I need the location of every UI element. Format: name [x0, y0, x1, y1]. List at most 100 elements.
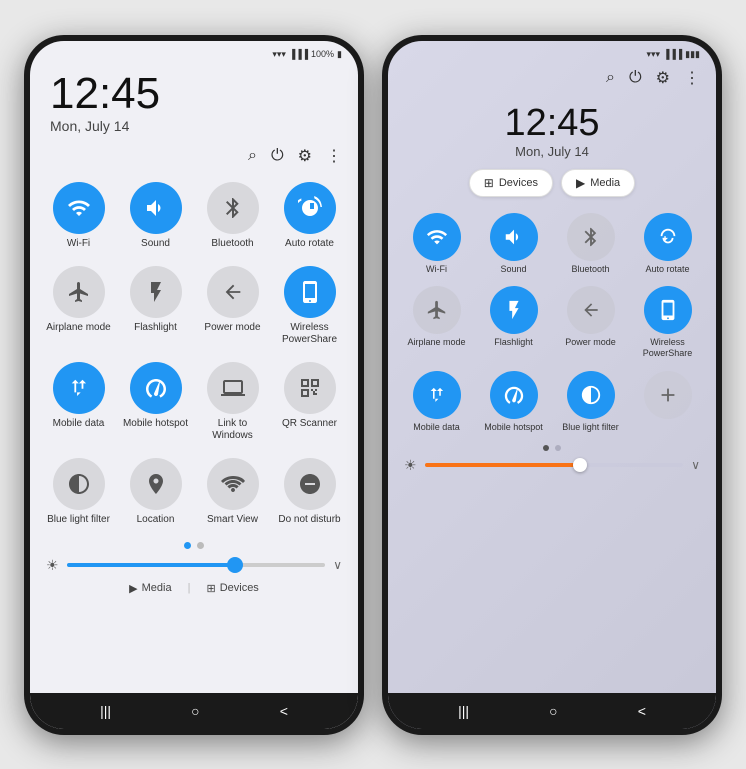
tile-wifi-right[interactable]: Wi-Fi: [398, 207, 475, 281]
nav-recent-right[interactable]: |||: [458, 703, 469, 719]
powermode-btn-left[interactable]: [207, 266, 259, 318]
brightness-thumb-left[interactable]: [227, 557, 243, 573]
tile-location-left[interactable]: Location: [117, 450, 194, 534]
nav-back-right[interactable]: <: [638, 703, 646, 719]
media-label-left: Media: [142, 582, 172, 594]
nav-home-left[interactable]: ○: [191, 703, 199, 719]
nav-home-right[interactable]: ○: [549, 703, 557, 719]
left-phone: ▾▾▾ ▐▐▐ 100% ▮ 12:45 Mon, July 14 ⌕ ⏻ ⚙ …: [24, 35, 364, 735]
hotspot-label-right: Mobile hotspot: [484, 422, 543, 433]
tile-hotspot-right[interactable]: Mobile hotspot: [475, 365, 552, 439]
devices-media-tabs: ⊞ Devices ▶ Media: [388, 163, 716, 203]
tile-wifi-left[interactable]: Wi-Fi: [40, 174, 117, 258]
flashlight-btn-left[interactable]: [130, 266, 182, 318]
tile-autorotate-left[interactable]: Auto rotate: [271, 174, 348, 258]
link-label-left: Link to Windows: [198, 418, 267, 442]
tile-bluelight-left[interactable]: Blue light filter: [40, 450, 117, 534]
tile-dnd-left[interactable]: Do not disturb: [271, 450, 348, 534]
bluetooth-btn-right[interactable]: [567, 213, 615, 261]
right-time-section: 12:45 Mon, July 14: [388, 92, 716, 163]
brightness-thumb-right[interactable]: [573, 458, 587, 472]
smartview-label-left: Smart View: [207, 514, 258, 526]
tile-link-left[interactable]: Link to Windows: [194, 354, 271, 450]
sound-btn-left[interactable]: [130, 182, 182, 234]
tile-bluelight-right[interactable]: Blue light filter: [552, 365, 629, 439]
media-tab-btn[interactable]: ▶ Media: [561, 169, 635, 197]
left-date: Mon, July 14: [50, 118, 338, 134]
brightness-chevron-right[interactable]: ∨: [691, 458, 700, 472]
airplane-btn-left[interactable]: [53, 266, 105, 318]
autorotate-label-right: Auto rotate: [645, 264, 689, 275]
devices-tab-btn[interactable]: ⊞ Devices: [469, 169, 553, 197]
settings-icon-left[interactable]: ⚙: [298, 146, 312, 166]
tile-qr-left[interactable]: QR Scanner: [271, 354, 348, 450]
brightness-slider-right[interactable]: [425, 463, 684, 467]
tile-bluetooth-right[interactable]: Bluetooth: [552, 207, 629, 281]
power-icon-left[interactable]: ⏻: [271, 147, 284, 165]
dnd-btn-left[interactable]: [284, 458, 336, 510]
brightness-chevron-left[interactable]: ∨: [333, 558, 342, 572]
tile-sound-right[interactable]: Sound: [475, 207, 552, 281]
tile-autorotate-right[interactable]: Auto rotate: [629, 207, 706, 281]
tile-bluetooth-left[interactable]: Bluetooth: [194, 174, 271, 258]
mobiledata-btn-left[interactable]: [53, 362, 105, 414]
tile-powermode-left[interactable]: Power mode: [194, 258, 271, 354]
bluetooth-btn-left[interactable]: [207, 182, 259, 234]
wireless-btn-right[interactable]: [644, 286, 692, 334]
power-icon-right[interactable]: ⏻: [629, 69, 642, 87]
link-btn-left[interactable]: [207, 362, 259, 414]
media-item-left[interactable]: ▶ Media: [129, 582, 171, 595]
bluelight-btn-right[interactable]: [567, 371, 615, 419]
hotspot-btn-left[interactable]: [130, 362, 182, 414]
dot-2-right: [555, 445, 561, 451]
more-icon-left[interactable]: ⋮: [326, 146, 342, 166]
airplane-btn-right[interactable]: [413, 286, 461, 334]
brightness-slider-left[interactable]: [67, 563, 326, 567]
settings-icon-right[interactable]: ⚙: [656, 68, 670, 88]
tile-airplane-left[interactable]: Airplane mode: [40, 258, 117, 354]
dot-2-left: [197, 542, 204, 549]
plus-btn-right[interactable]: [644, 371, 692, 419]
signal-icon: ▐▐▐: [289, 49, 308, 59]
nav-recent-left[interactable]: |||: [100, 703, 111, 719]
wifi-label-right: Wi-Fi: [426, 264, 447, 275]
tile-wireless-right[interactable]: Wireless PowerShare: [629, 280, 706, 365]
autorotate-btn-left[interactable]: [284, 182, 336, 234]
tile-hotspot-left[interactable]: Mobile hotspot: [117, 354, 194, 450]
tile-mobiledata-left[interactable]: Mobile data: [40, 354, 117, 450]
autorotate-btn-right[interactable]: [644, 213, 692, 261]
flashlight-btn-right[interactable]: [490, 286, 538, 334]
hotspot-btn-right[interactable]: [490, 371, 538, 419]
smartview-btn-left[interactable]: [207, 458, 259, 510]
qr-btn-left[interactable]: [284, 362, 336, 414]
bluelight-btn-left[interactable]: [53, 458, 105, 510]
tile-mobiledata-right[interactable]: Mobile data: [398, 365, 475, 439]
tile-flashlight-right[interactable]: Flashlight: [475, 280, 552, 365]
wifi-label-left: Wi-Fi: [67, 238, 90, 250]
bluetooth-label-right: Bluetooth: [571, 264, 609, 275]
devices-label-left: Devices: [220, 582, 259, 594]
powermode-btn-right[interactable]: [567, 286, 615, 334]
bluelight-label-right: Blue light filter: [562, 422, 619, 433]
nav-back-left[interactable]: <: [280, 703, 288, 719]
left-time-section: 12:45 Mon, July 14: [30, 64, 358, 138]
tile-plus-right[interactable]: [629, 365, 706, 439]
hotspot-label-left: Mobile hotspot: [123, 418, 188, 430]
tile-flashlight-left[interactable]: Flashlight: [117, 258, 194, 354]
sound-btn-right[interactable]: [490, 213, 538, 261]
wireless-btn-left[interactable]: [284, 266, 336, 318]
wifi-btn-left[interactable]: [53, 182, 105, 234]
wifi-btn-right[interactable]: [413, 213, 461, 261]
tile-powermode-right[interactable]: Power mode: [552, 280, 629, 365]
tile-smartview-left[interactable]: Smart View: [194, 450, 271, 534]
tile-airplane-right[interactable]: Airplane mode: [398, 280, 475, 365]
qs-header-left: ⌕ ⏻ ⚙ ⋮: [30, 138, 358, 170]
search-icon-right[interactable]: ⌕: [606, 69, 615, 87]
search-icon-left[interactable]: ⌕: [248, 147, 257, 165]
tile-wireless-left[interactable]: Wireless PowerShare: [271, 258, 348, 354]
tile-sound-left[interactable]: Sound: [117, 174, 194, 258]
devices-item-left[interactable]: ⊞ Devices: [206, 582, 258, 595]
location-btn-left[interactable]: [130, 458, 182, 510]
more-icon-right[interactable]: ⋮: [684, 68, 700, 88]
mobiledata-btn-right[interactable]: [413, 371, 461, 419]
